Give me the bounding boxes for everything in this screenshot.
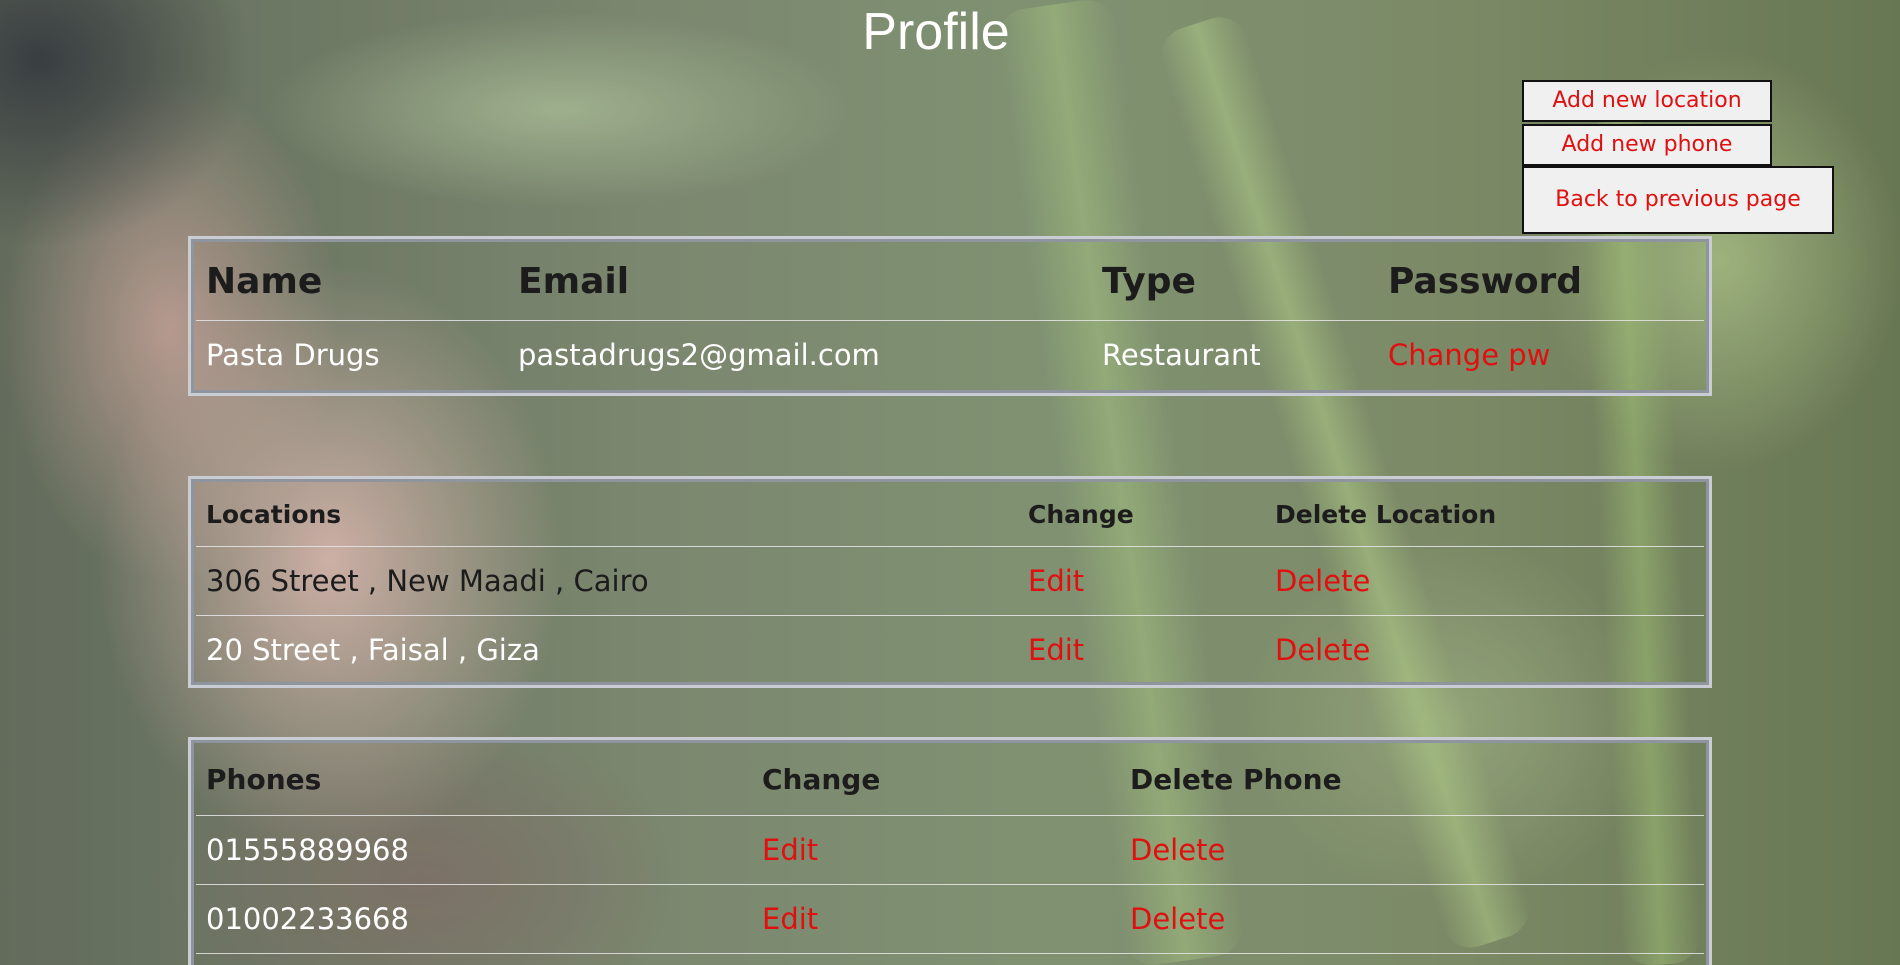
column-header-name: Name	[196, 242, 508, 321]
column-header-change: Change	[1018, 482, 1265, 547]
user-type: Restaurant	[1102, 338, 1261, 372]
edit-phone-link[interactable]: Edit	[762, 833, 818, 867]
column-header-password: Password	[1378, 242, 1704, 321]
password-cell: Change pw	[1378, 321, 1704, 390]
location-text: 20 Street , Faisal , Giza	[206, 633, 540, 667]
column-header-email: Email	[508, 242, 1092, 321]
back-button[interactable]: Back to previous page	[1522, 166, 1834, 234]
phone-number: 01555889968	[196, 815, 752, 885]
table-row: 306 Street , New Maadi , Cairo Edit Dele…	[196, 546, 1704, 616]
column-header-type: Type	[1092, 242, 1378, 321]
edit-phone-link[interactable]: Edit	[762, 902, 818, 936]
table-row: 01555889968 Edit Delete	[196, 815, 1704, 885]
delete-cell: Delete	[1265, 546, 1704, 616]
column-header-change: Change	[752, 743, 1120, 816]
edit-cell: Edit	[1018, 546, 1265, 616]
location-text: 306 Street , New Maadi , Cairo	[196, 546, 1018, 616]
delete-location-link[interactable]: Delete	[1275, 564, 1370, 598]
edit-location-link[interactable]: Edit	[1028, 564, 1084, 598]
add-phone-button[interactable]: Add new phone	[1522, 124, 1772, 166]
column-header-delete-location: Delete Location	[1265, 482, 1704, 547]
user-name: Pasta Drugs	[206, 338, 380, 372]
change-password-link[interactable]: Change pw	[1388, 338, 1550, 372]
table-header-row: Name Email Type Password	[196, 242, 1704, 321]
delete-phone-link[interactable]: Delete	[1130, 833, 1225, 867]
delete-location-link[interactable]: Delete	[1275, 633, 1370, 667]
column-header-phones: Phones	[196, 743, 752, 816]
table-header-row: Locations Change Delete Location	[196, 482, 1704, 547]
delete-cell: Delete	[1120, 884, 1704, 954]
table-row: 01002233668 Edit Delete	[196, 884, 1704, 954]
add-location-button[interactable]: Add new location	[1522, 80, 1772, 122]
table-row: 20 Street , Faisal , Giza Edit Delete	[196, 616, 1704, 685]
column-header-locations: Locations	[196, 482, 1018, 547]
user-email: pastadrugs2@gmail.com	[518, 338, 880, 372]
page-title: Profile	[862, 3, 1010, 61]
user-info-table: Name Email Type Password Pasta Drugs pas…	[188, 236, 1712, 396]
column-header-delete-phone: Delete Phone	[1120, 743, 1704, 816]
delete-cell: Delete	[1120, 815, 1704, 885]
table-row: Pasta Drugs pastadrugs2@gmail.com Restau…	[196, 321, 1704, 390]
phone-number: 01002233668	[196, 884, 752, 954]
delete-cell: Delete	[1265, 616, 1704, 685]
phones-table: Phones Change Delete Phone 01555889968 E…	[188, 737, 1712, 965]
delete-phone-link[interactable]: Delete	[1130, 902, 1225, 936]
edit-cell: Edit	[752, 815, 1120, 885]
edit-cell: Edit	[1018, 616, 1265, 685]
edit-cell: Edit	[752, 884, 1120, 954]
table-header-row: Phones Change Delete Phone	[196, 743, 1704, 816]
locations-table: Locations Change Delete Location 306 Str…	[188, 476, 1712, 688]
edit-location-link[interactable]: Edit	[1028, 633, 1084, 667]
